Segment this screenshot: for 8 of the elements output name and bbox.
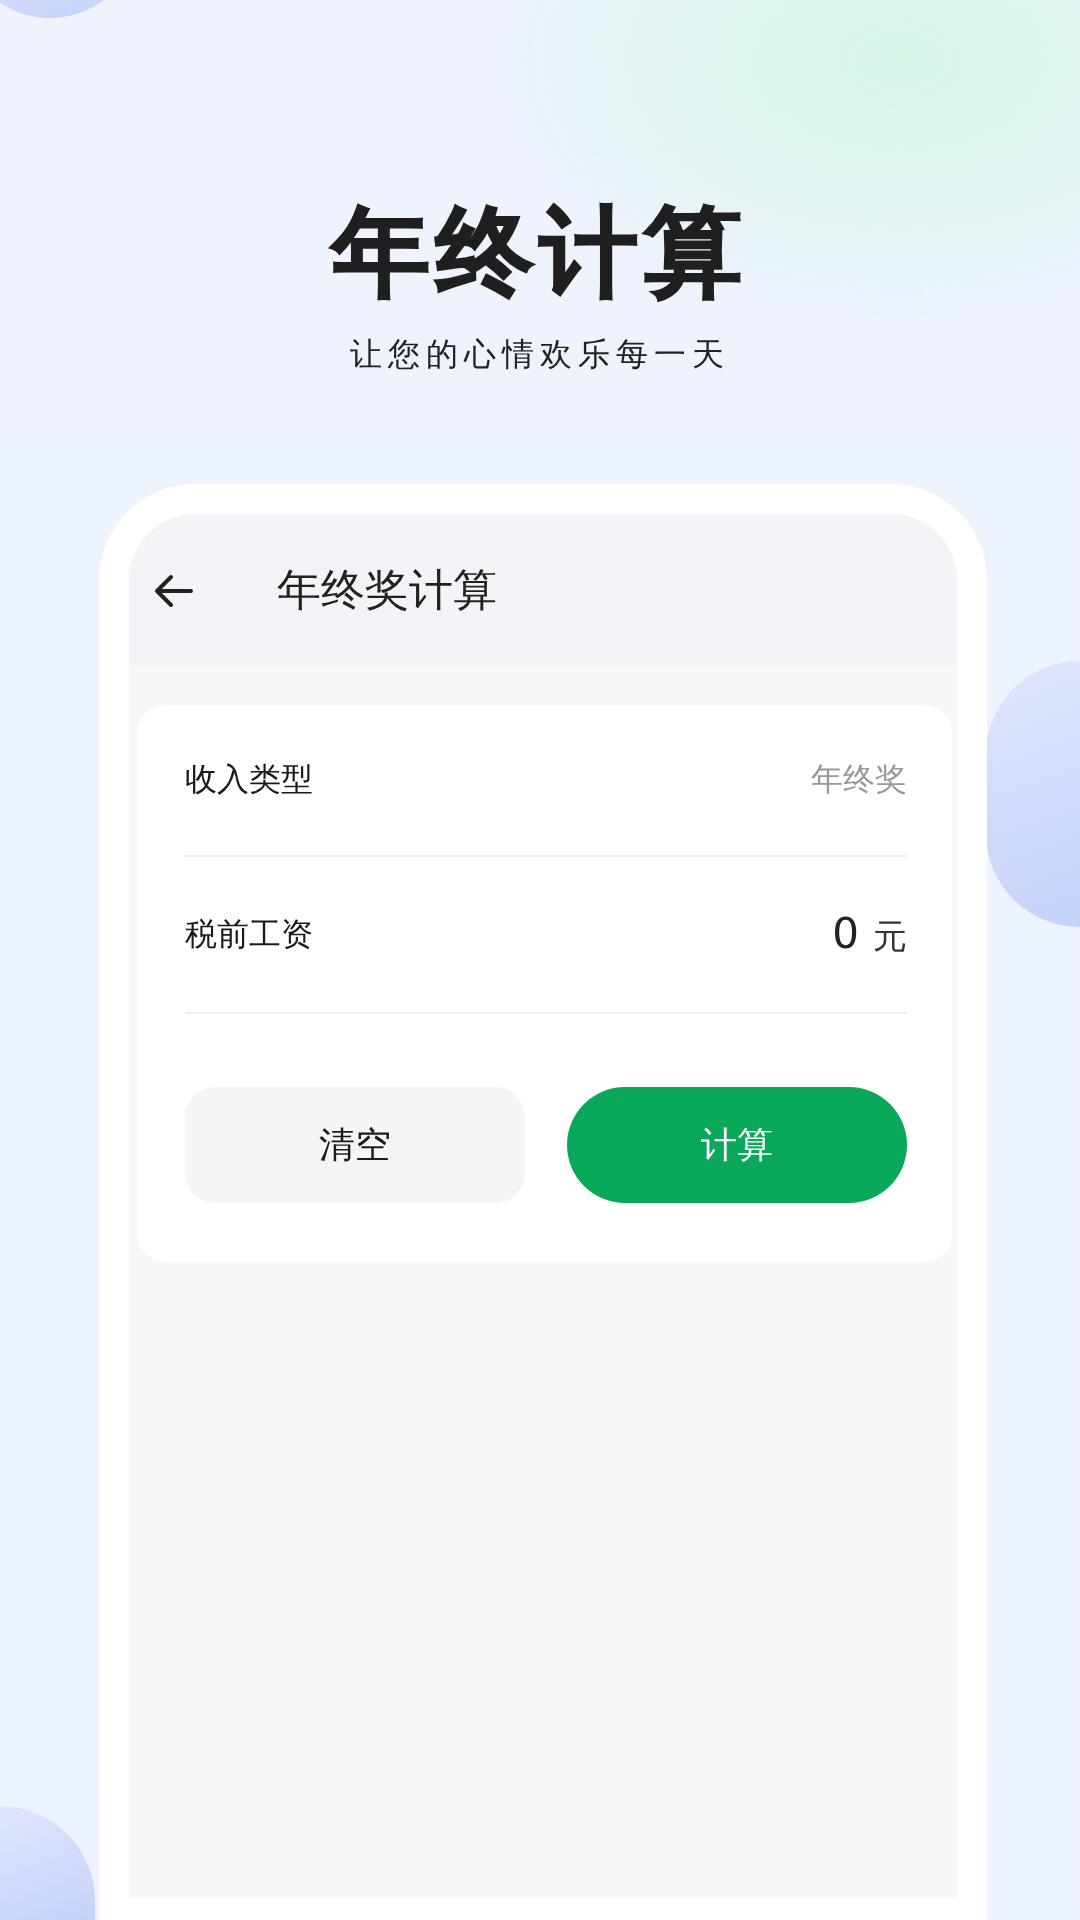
clear-button[interactable]: 清空 xyxy=(185,1087,525,1203)
amount-field[interactable]: 0 xyxy=(832,909,859,958)
screen-title: 年终奖计算 xyxy=(277,563,497,617)
field-label: 收入类型 xyxy=(185,759,313,800)
promo-title: 年终计算 xyxy=(332,196,748,308)
field-label: 税前工资 xyxy=(185,913,313,955)
promo-subtitle: 让您的心情欢乐每一天 xyxy=(350,334,730,374)
unit-label: 元 xyxy=(873,915,907,958)
